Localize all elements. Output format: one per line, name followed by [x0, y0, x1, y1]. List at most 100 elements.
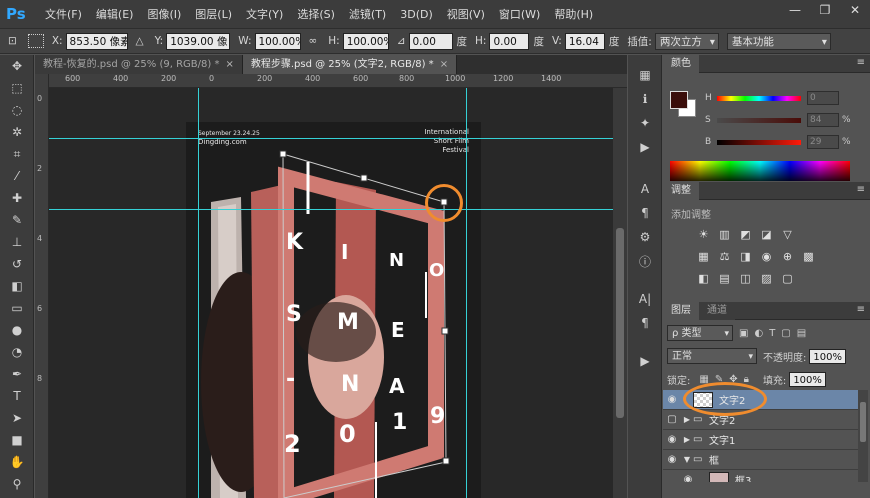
tab-document-2[interactable]: 教程步骤.psd @ 25% (文字2, RGB/8) * ×	[242, 55, 458, 74]
tab-channels[interactable]: 通道	[699, 301, 735, 320]
path-selection-tool-icon[interactable]: ➤	[0, 407, 34, 429]
angle-field[interactable]: 0.00	[408, 32, 453, 50]
panel-menu-icon[interactable]: ≡	[857, 184, 865, 195]
layer-row[interactable]: ◉ ▶ ▭ 文字1	[663, 430, 858, 450]
move-tool-icon[interactable]: ✥	[0, 55, 34, 77]
dodge-tool-icon[interactable]: ◔	[0, 341, 34, 363]
restore-button[interactable]: ❐	[810, 0, 840, 20]
pixel-filter-icon[interactable]: ▣	[739, 328, 748, 339]
height-field[interactable]: 100.00%	[342, 32, 389, 50]
color-lookup-icon[interactable]: ▩	[800, 248, 817, 264]
close-icon[interactable]: ×	[440, 59, 448, 70]
x-field[interactable]: 853.50 像素	[65, 32, 128, 50]
selective-color-icon[interactable]: ▢	[779, 270, 796, 286]
close-button[interactable]: ✕	[840, 0, 870, 20]
brightness-contrast-icon[interactable]: ☀	[695, 226, 712, 242]
menu-type[interactable]: 文字(Y)	[239, 6, 290, 22]
hand-tool-icon[interactable]: ✋	[0, 451, 34, 473]
hskew-field[interactable]: 0.00	[489, 32, 530, 50]
hidden-eye-icon[interactable]: ▢	[663, 414, 681, 425]
tool-preset-icon[interactable]: ⚙	[628, 225, 662, 249]
history-icon[interactable]: ▦	[628, 63, 662, 87]
vibrance-icon[interactable]: ▽	[779, 226, 796, 242]
workspace-select[interactable]: 基本功能	[726, 32, 831, 51]
type-panel-icon[interactable]: A|	[628, 287, 662, 311]
layer-row[interactable]: ◉ ▼ ▭ 框	[663, 450, 858, 470]
layers-scrollbar[interactable]	[858, 390, 868, 482]
healing-brush-tool-icon[interactable]: ✚	[0, 187, 34, 209]
panel-menu-icon[interactable]: ≡	[857, 57, 865, 68]
canvas-scrollbar[interactable]	[613, 88, 627, 498]
history-brush-tool-icon[interactable]: ↺	[0, 253, 34, 275]
brightness-slider[interactable]	[717, 139, 801, 145]
menu-help[interactable]: 帮助(H)	[547, 6, 600, 22]
transform-handle[interactable]	[279, 150, 287, 158]
exposure-icon[interactable]: ◪	[758, 226, 775, 242]
hue-saturation-icon[interactable]: ▦	[695, 248, 712, 264]
transform-handle[interactable]	[442, 457, 450, 465]
expand-icon[interactable]: ▶	[681, 415, 693, 424]
transform-handle[interactable]	[360, 174, 368, 182]
info-icon[interactable]: ⓘ	[628, 249, 662, 273]
transform-handle[interactable]	[441, 327, 449, 335]
eye-icon[interactable]: ◉	[663, 454, 681, 465]
play-icon[interactable]: ▶	[628, 349, 662, 373]
shape-tool-icon[interactable]: ■	[0, 429, 34, 451]
menu-image[interactable]: 图像(I)	[140, 6, 188, 22]
eyedropper-tool-icon[interactable]: ⁄	[0, 165, 34, 187]
shape-filter-icon[interactable]: ▢	[781, 328, 790, 339]
blend-mode-select[interactable]: 正常	[667, 348, 757, 365]
menu-filter[interactable]: 滤镜(T)	[342, 6, 393, 22]
transform-tool-icon[interactable]: ⊡	[8, 35, 17, 47]
brightness-value[interactable]: 29	[807, 135, 839, 149]
hue-value[interactable]: 0	[807, 91, 839, 105]
crop-tool-icon[interactable]: ⌗	[0, 143, 34, 165]
tab-adjustments[interactable]: 调整	[663, 181, 699, 200]
scrollbar-thumb[interactable]	[616, 228, 624, 418]
menu-layer[interactable]: 图层(L)	[188, 6, 239, 22]
brush-preset-icon[interactable]: ✦	[628, 111, 662, 135]
menu-view[interactable]: 视图(V)	[440, 6, 492, 22]
color-spectrum[interactable]	[670, 161, 850, 181]
black-white-icon[interactable]: ◨	[737, 248, 754, 264]
channel-mixer-icon[interactable]: ⊕	[779, 248, 796, 264]
gradient-map-icon[interactable]: ▨	[758, 270, 775, 286]
eye-icon[interactable]: ◉	[663, 434, 681, 445]
magic-wand-tool-icon[interactable]: ✲	[0, 121, 34, 143]
blur-tool-icon[interactable]: ●	[0, 319, 34, 341]
vertical-ruler[interactable]: 0 2 4 6 8	[35, 74, 49, 498]
paragraph-icon[interactable]: ¶	[628, 201, 662, 225]
hue-slider[interactable]	[717, 95, 801, 101]
close-icon[interactable]: ×	[225, 59, 233, 70]
delta-icon[interactable]: △	[136, 35, 144, 47]
tab-document-1[interactable]: 教程-恢复的.psd @ 25% (9, RGB/8) * ×	[35, 55, 243, 74]
canvas-area[interactable]: September 23.24.25 Dingding.com Internat…	[49, 88, 627, 498]
zoom-tool-icon[interactable]: ⚲	[0, 473, 34, 495]
paragraph-panel-icon[interactable]: ¶	[628, 311, 662, 335]
layer-row[interactable]: ◉ 框3	[663, 470, 858, 482]
reference-point-icon[interactable]	[27, 34, 44, 48]
eye-icon[interactable]: ◉	[663, 394, 681, 405]
menu-file[interactable]: 文件(F)	[38, 6, 89, 22]
type-tool-icon[interactable]: T	[0, 385, 34, 407]
interpolation-select[interactable]: 两次立方	[654, 32, 719, 51]
panel-menu-icon[interactable]: ≡	[857, 304, 865, 315]
eraser-tool-icon[interactable]: ◧	[0, 275, 34, 297]
threshold-icon[interactable]: ◫	[737, 270, 754, 286]
vskew-field[interactable]: 16.04	[564, 32, 605, 50]
character-icon[interactable]: A	[628, 177, 662, 201]
layer-filter-select[interactable]: ρ 类型	[667, 325, 733, 342]
link-icon[interactable]: ∞	[309, 35, 318, 47]
expand-icon[interactable]: ▶	[681, 435, 693, 444]
guide-horizontal[interactable]	[49, 138, 627, 139]
tab-layers[interactable]: 图层	[663, 301, 699, 320]
invert-icon[interactable]: ◧	[695, 270, 712, 286]
type-filter-icon[interactable]: T	[769, 328, 775, 339]
guide-vertical[interactable]	[466, 88, 467, 498]
actions-icon[interactable]: ▶	[628, 135, 662, 159]
opacity-field[interactable]: 100%	[809, 348, 846, 364]
poster-artboard[interactable]: September 23.24.25 Dingding.com Internat…	[186, 122, 481, 498]
saturation-slider[interactable]	[717, 117, 801, 123]
menu-select[interactable]: 选择(S)	[290, 6, 342, 22]
brush-tool-icon[interactable]: ✎	[0, 209, 34, 231]
